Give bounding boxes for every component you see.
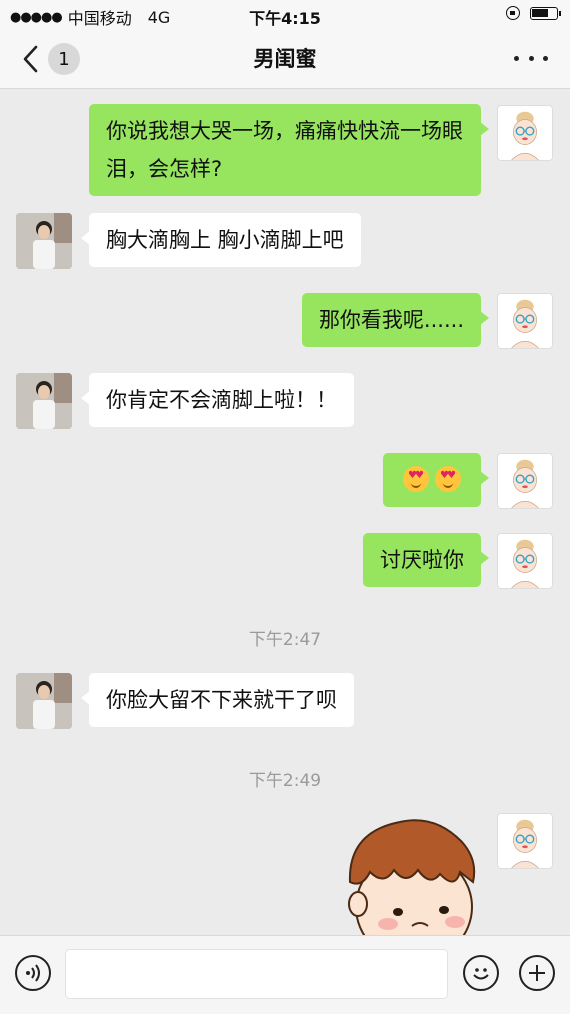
friend-avatar[interactable] [16,673,72,729]
cartoon-grandma-avatar-icon [511,111,539,160]
plus-icon [529,965,545,981]
more-dot-icon [528,55,534,61]
cartoon-boy-sticker-icon[interactable] [340,812,485,935]
friend-photo-icon [16,673,72,729]
message-input[interactable] [65,949,448,999]
friend-photo-icon [16,213,72,269]
friend-avatar[interactable] [16,213,72,269]
cartoon-grandma-avatar-icon [511,819,539,868]
more-dot-icon [543,55,548,61]
smiley-face-icon [473,968,489,980]
input-bar [0,935,570,1014]
more-dot-icon [514,55,519,61]
message-timestamp: 下午2:49 [248,771,322,791]
message-bubble-sent[interactable]: 你说我想大哭一场，痛痛快快流一场眼泪，会怎样? [89,104,489,196]
chat-title: 男闺蜜 [253,47,317,71]
my-avatar[interactable] [497,813,553,869]
battery-icon [530,6,561,20]
heart-eyes-emoji-icon [403,466,429,492]
more-actions-button[interactable] [519,955,555,991]
my-avatar[interactable] [497,105,553,161]
my-avatar[interactable] [497,533,553,589]
cartoon-grandma-avatar-icon [511,459,539,508]
cartoon-grandma-avatar-icon [511,539,539,588]
status-bar: ●●●●● 中国移动 4G 下午4:15 [0,0,570,28]
friend-avatar[interactable] [16,373,72,429]
message-bubble-received[interactable]: 你脸大留不下来就干了呗 [81,673,354,727]
my-avatar[interactable] [497,453,553,509]
nav-bar: 1 男闺蜜 [0,28,570,89]
heart-eyes-emoji-icon [435,466,461,492]
voice-icon [26,964,40,982]
emoji-button[interactable] [463,955,499,991]
status-time: 下午4:15 [249,9,321,28]
orientation-lock-icon [506,6,520,20]
message-timestamp: 下午2:47 [248,630,322,650]
friend-photo-icon [16,373,72,429]
message-bubble-sent[interactable] [383,453,489,507]
cartoon-grandma-avatar-icon [511,299,539,348]
my-avatar[interactable] [497,293,553,349]
message-bubble-sent[interactable]: 那你看我呢...... [301,293,490,347]
message-bubble-received[interactable]: 你肯定不会滴脚上啦！！ [81,373,354,427]
more-options-button[interactable] [514,48,548,68]
message-bubble-received[interactable]: 胸大滴胸上 胸小滴脚上吧 [81,213,361,267]
message-bubble-sent[interactable]: 讨厌啦你 [363,533,489,587]
voice-input-button[interactable] [15,955,51,991]
